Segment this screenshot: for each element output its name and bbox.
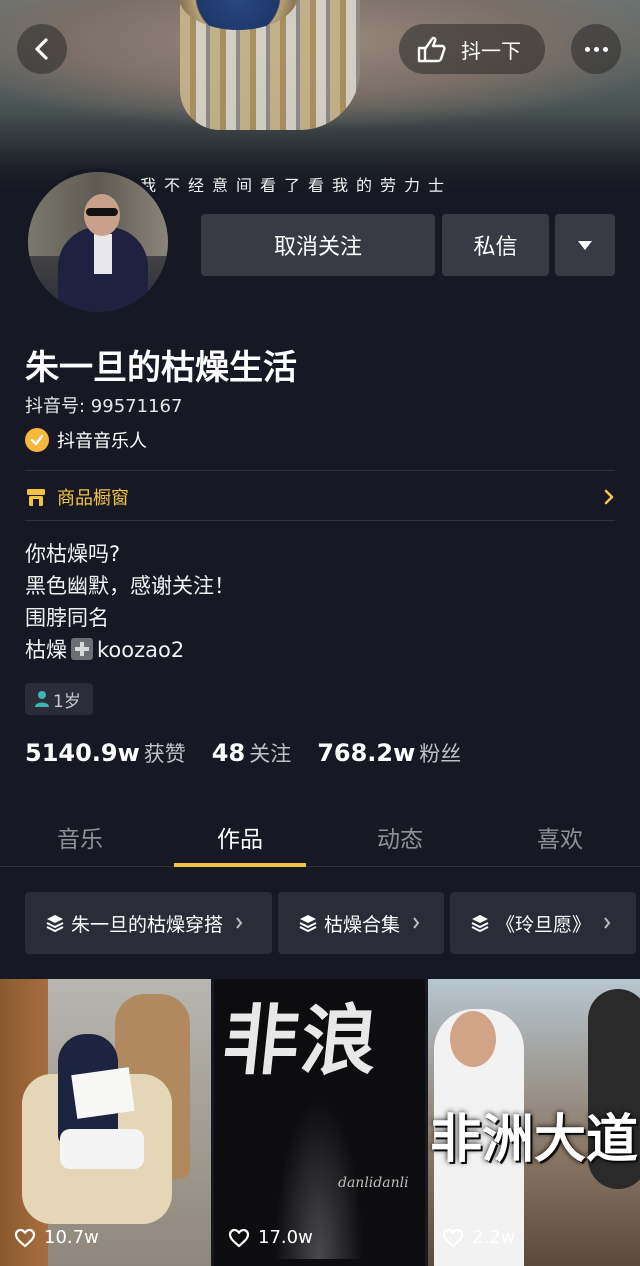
collection-label: 朱一旦的枯燥穿搭 <box>71 913 224 936</box>
age-label: 1岁 <box>53 691 81 712</box>
heart-icon <box>228 1228 250 1247</box>
verified-check-icon <box>25 428 49 452</box>
shop-window-link[interactable]: 商品橱窗 <box>25 482 615 512</box>
shake-label: 抖一下 <box>461 38 521 63</box>
bio-text: 枯燥 <box>25 638 67 662</box>
more-options-button[interactable] <box>571 24 621 74</box>
back-button[interactable] <box>17 24 67 74</box>
cover-caption: 我不经意间看了看我的劳力士 <box>140 176 453 192</box>
collection-label: 《玲旦愿》 <box>496 913 592 936</box>
video-tile[interactable]: 非浪 danlidanli 17.0w <box>214 979 425 1266</box>
video-title-art: 非浪 <box>218 996 384 1085</box>
likes-count: 5140.9w <box>25 739 140 767</box>
avatar[interactable] <box>24 168 172 316</box>
chevron-right-icon <box>604 489 614 505</box>
followers-count[interactable]: 768.2w <box>317 739 415 767</box>
tab-works[interactable]: 作品 <box>160 806 320 867</box>
bio: 你枯燥吗? 黑色幽默，感谢关注！ 围脖同名 枯燥 koozao2 <box>25 538 235 666</box>
divider <box>25 470 615 471</box>
profile-name: 朱一旦的枯燥生活 <box>25 348 297 388</box>
video-tile[interactable]: 非洲大道 2.2w <box>428 979 640 1266</box>
following-count[interactable]: 48 <box>212 739 245 767</box>
douyin-id: 抖音号: 99571167 <box>25 396 183 417</box>
following-label[interactable]: 关注 <box>249 738 291 768</box>
person-icon <box>35 691 49 707</box>
tab-music[interactable]: 音乐 <box>0 806 160 866</box>
collection-chip[interactable]: 《玲旦愿》 <box>450 892 636 954</box>
shake-button[interactable]: 抖一下 <box>399 24 545 74</box>
collection-chip[interactable]: 朱一旦的枯燥穿搭 <box>25 892 272 954</box>
recommend-dropdown-button[interactable] <box>555 214 615 276</box>
age-tag: 1岁 <box>25 683 93 715</box>
bio-line: 黑色幽默，感谢关注！ <box>25 574 235 598</box>
heart-icon <box>14 1228 36 1247</box>
bio-line: 枯燥 koozao2 <box>25 634 235 666</box>
plus-icon <box>71 638 93 660</box>
bio-line: 你枯燥吗? <box>25 542 121 566</box>
verified-badge: 抖音音乐人 <box>25 426 147 454</box>
divider <box>25 520 615 521</box>
stack-icon <box>299 915 317 933</box>
stack-icon <box>471 915 489 933</box>
likes-label: 获赞 <box>143 742 186 766</box>
stack-icon <box>46 915 64 933</box>
verified-label: 抖音音乐人 <box>57 431 147 452</box>
profile-cover: 我不经意间看了看我的劳力士 <box>0 0 640 192</box>
bio-line: 围脖同名 <box>25 606 109 630</box>
tab-dynamic[interactable]: 动态 <box>320 806 480 866</box>
bio-text: koozao2 <box>97 638 185 662</box>
video-title-art: 非洲大道 <box>430 1109 639 1170</box>
video-likes-count: 17.0w <box>258 1227 313 1248</box>
avatar-image <box>28 172 168 312</box>
video-likes: 17.0w <box>228 1227 313 1248</box>
dropdown-triangle-icon <box>578 240 592 250</box>
profile-stats: 5140.9w 获赞 48 关注 768.2w 粉丝 <box>25 738 461 768</box>
heart-icon <box>442 1228 464 1247</box>
chevron-right-icon <box>413 917 420 929</box>
back-arrow-icon <box>35 38 48 60</box>
shop-label: 商品橱窗 <box>57 488 129 509</box>
hand-shake-icon <box>417 36 446 63</box>
video-tile[interactable]: 10.7w <box>0 979 211 1266</box>
message-button[interactable]: 私信 <box>442 214 549 276</box>
followers-label[interactable]: 粉丝 <box>419 738 461 768</box>
shop-icon <box>27 489 45 506</box>
content-tabs: 音乐 作品 动态 喜欢 <box>0 806 640 867</box>
video-likes-count: 10.7w <box>44 1227 99 1248</box>
unfollow-button[interactable]: 取消关注 <box>201 214 435 276</box>
tab-likes[interactable]: 喜欢 <box>480 806 640 866</box>
video-likes: 2.2w <box>442 1227 515 1248</box>
collection-chip[interactable]: 枯燥合集 <box>278 892 444 954</box>
more-dots-icon <box>584 46 608 52</box>
video-likes: 10.7w <box>14 1227 99 1248</box>
video-signature: danlidanli <box>338 1175 409 1191</box>
chevron-right-icon <box>604 917 611 929</box>
chevron-right-icon <box>236 917 243 929</box>
video-likes-count: 2.2w <box>472 1227 516 1248</box>
collection-label: 枯燥合集 <box>324 913 401 936</box>
